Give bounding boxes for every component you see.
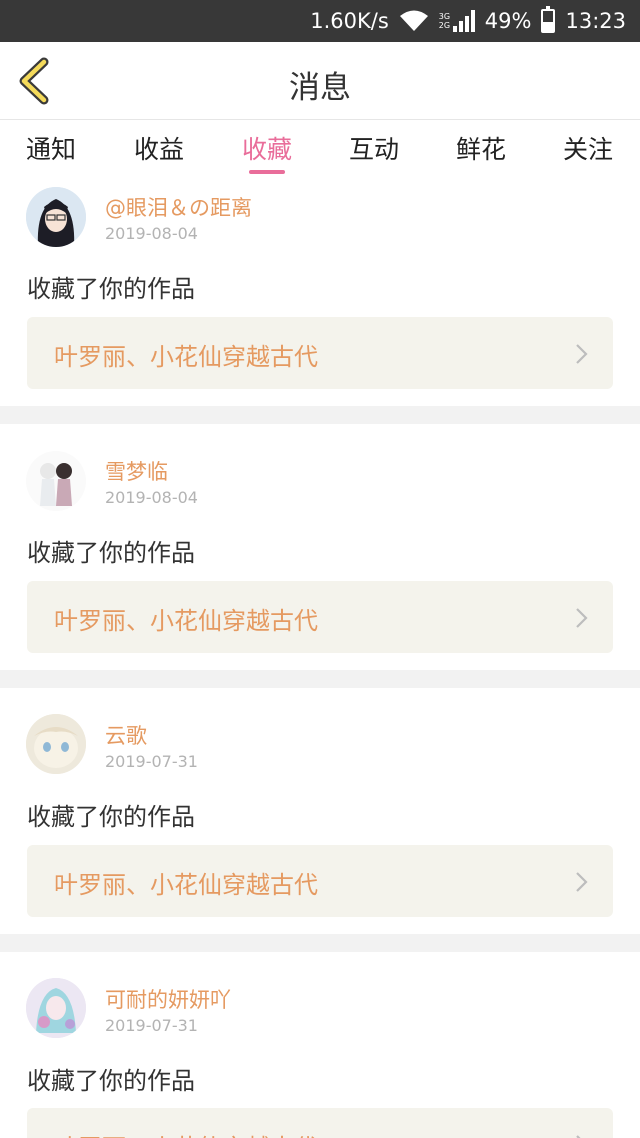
- action-text: 收藏了你的作品: [27, 803, 195, 831]
- status-bar: 1.60K/s 3G 2G 49% 13:23: [0, 0, 640, 42]
- battery-icon: [541, 6, 556, 33]
- avatar-image: [26, 714, 86, 774]
- work-title: 叶罗丽、小花仙穿越古代: [54, 343, 318, 371]
- action-text: 收藏了你的作品: [27, 1067, 195, 1095]
- action-text: 收藏了你的作品: [27, 275, 195, 303]
- chevron-right-icon: [576, 608, 588, 628]
- list-item: 云歌 2019-07-31 收藏了你的作品 叶罗丽、小花仙穿越古代: [0, 688, 640, 934]
- work-link[interactable]: 叶罗丽、小花仙穿越古代: [27, 845, 613, 917]
- work-link[interactable]: 叶罗丽、小花仙穿越古代: [27, 1108, 613, 1138]
- work-link[interactable]: 叶罗丽、小花仙穿越古代: [27, 581, 613, 653]
- tab-notifications[interactable]: 通知: [26, 130, 76, 166]
- list-item: 雪梦临 2019-08-04 收藏了你的作品 叶罗丽、小花仙穿越古代: [0, 424, 640, 670]
- wifi-icon: [399, 10, 428, 31]
- header-bar: 消息: [0, 42, 640, 120]
- avatar[interactable]: [26, 451, 86, 511]
- chevron-right-icon: [576, 872, 588, 892]
- network-speed: 1.60K/s: [310, 9, 389, 33]
- tab-favorites[interactable]: 收藏: [242, 130, 292, 166]
- tab-follows[interactable]: 关注: [563, 130, 613, 166]
- active-tab-indicator: [249, 170, 285, 174]
- work-title: 叶罗丽、小花仙穿越古代: [54, 871, 318, 899]
- action-text: 收藏了你的作品: [27, 539, 195, 567]
- battery-percent: 49%: [484, 9, 532, 33]
- timestamp: 2019-07-31: [105, 752, 198, 771]
- avatar-image: [26, 451, 86, 511]
- clock: 13:23: [565, 9, 626, 33]
- work-link[interactable]: 叶罗丽、小花仙穿越古代: [27, 317, 613, 389]
- avatar[interactable]: [26, 187, 86, 247]
- username[interactable]: @眼泪＆の距离: [105, 192, 252, 222]
- signal-icon: [452, 10, 475, 32]
- avatar-image: [26, 187, 86, 247]
- avatar-image: [26, 978, 86, 1038]
- page-title: 消息: [289, 70, 351, 106]
- tab-bar: 通知 收益 收藏 互动 鲜花 关注: [0, 120, 640, 178]
- work-title: 叶罗丽、小花仙穿越古代: [54, 1128, 318, 1138]
- chevron-right-icon: [576, 1135, 581, 1138]
- tab-flowers[interactable]: 鲜花: [456, 130, 506, 166]
- tab-interactions[interactable]: 互动: [349, 130, 399, 166]
- cell-signal: 3G 2G: [439, 10, 475, 32]
- avatar[interactable]: [26, 714, 86, 774]
- username[interactable]: 可耐的妍妍吖: [105, 984, 231, 1014]
- username[interactable]: 云歌: [105, 720, 147, 750]
- network-type-label: 3G 2G: [438, 12, 451, 30]
- list-item: @眼泪＆の距离 2019-08-04 收藏了你的作品 叶罗丽、小花仙穿越古代: [0, 178, 640, 406]
- work-title: 叶罗丽、小花仙穿越古代: [54, 607, 318, 635]
- timestamp: 2019-07-31: [105, 1016, 198, 1035]
- timestamp: 2019-08-04: [105, 488, 198, 507]
- timestamp: 2019-08-04: [105, 224, 198, 243]
- tab-earnings[interactable]: 收益: [134, 130, 184, 166]
- list-item: 可耐的妍妍吖 2019-07-31 收藏了你的作品 叶罗丽、小花仙穿越古代: [0, 952, 640, 1138]
- username[interactable]: 雪梦临: [105, 456, 168, 486]
- avatar[interactable]: [26, 978, 86, 1038]
- chevron-right-icon: [576, 344, 588, 364]
